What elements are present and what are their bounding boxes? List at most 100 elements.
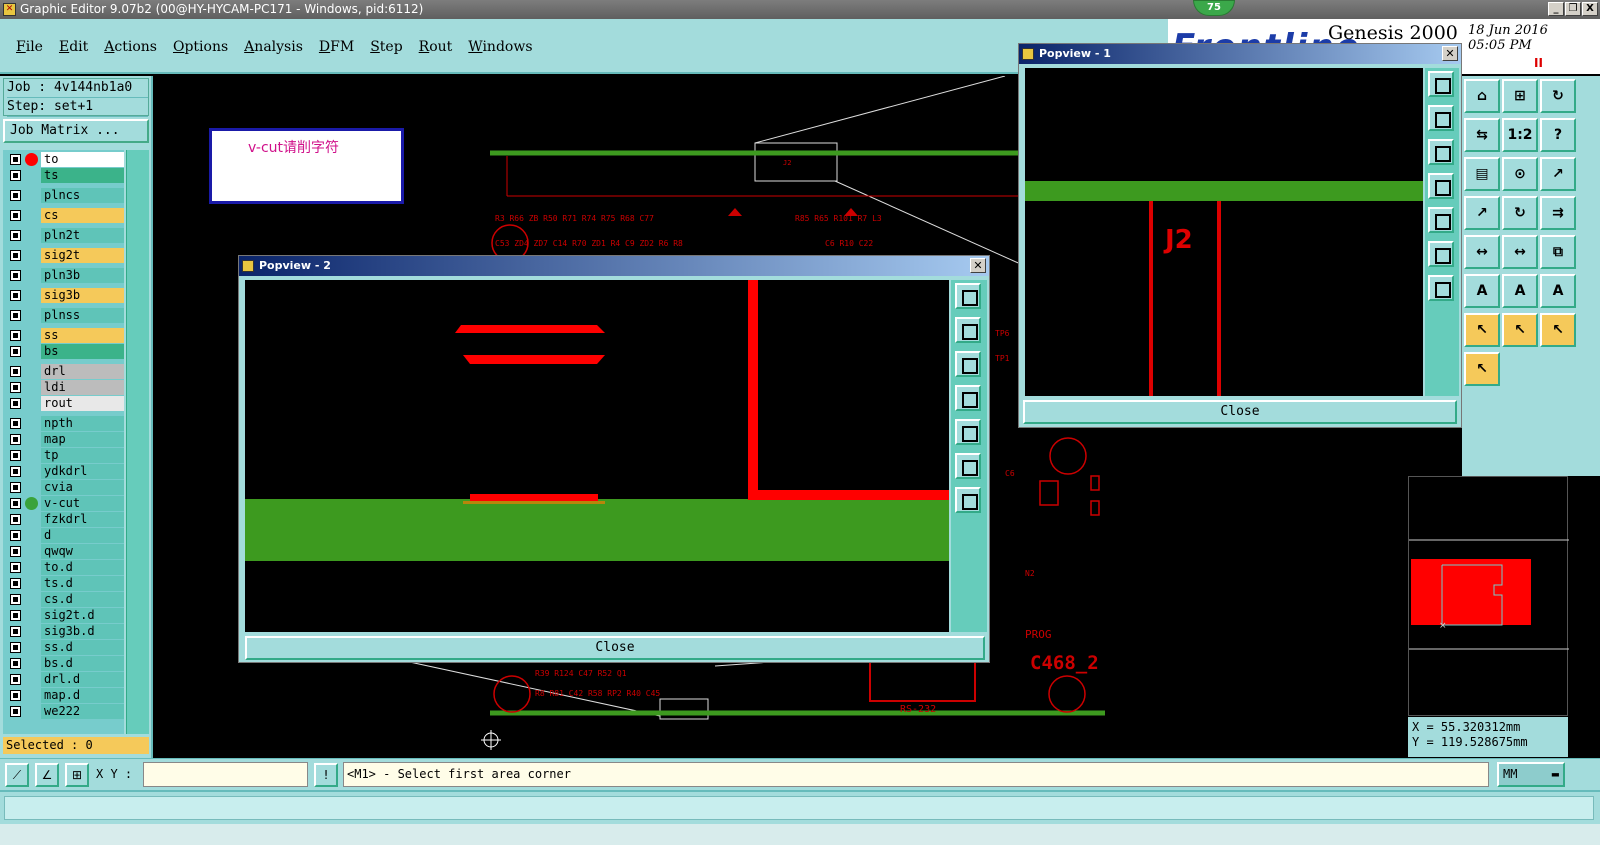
layer-checkbox[interactable] bbox=[10, 610, 21, 621]
toolbox-button[interactable]: ↖ bbox=[1464, 352, 1500, 386]
zoom-in-tool[interactable] bbox=[1428, 241, 1454, 267]
job-matrix-button[interactable]: Job Matrix ... bbox=[3, 119, 149, 143]
layer-row[interactable]: drl.d bbox=[6, 672, 124, 687]
layer-row[interactable]: ldi bbox=[6, 380, 124, 395]
toolbox-button[interactable]: 1:2 bbox=[1502, 118, 1538, 152]
xy-input[interactable] bbox=[143, 762, 308, 787]
layer-name[interactable]: ts.d bbox=[41, 576, 124, 591]
menu-actions[interactable]: Actions bbox=[104, 39, 157, 55]
toolbox-button[interactable]: ↻ bbox=[1502, 196, 1538, 230]
layer-checkbox[interactable] bbox=[10, 270, 21, 281]
layer-checkbox[interactable] bbox=[10, 210, 21, 221]
menu-step[interactable]: Step bbox=[370, 39, 402, 55]
layer-row[interactable]: fzkdrl bbox=[6, 512, 124, 527]
layer-row[interactable]: ts.d bbox=[6, 576, 124, 591]
snap-tool-button[interactable]: ⟋ bbox=[5, 763, 29, 787]
layer-row[interactable]: to.d bbox=[6, 560, 124, 575]
layer-checkbox[interactable] bbox=[10, 434, 21, 445]
layer-name[interactable]: sig3b bbox=[41, 288, 124, 303]
layer-checkbox[interactable] bbox=[10, 398, 21, 409]
layer-name[interactable]: drl bbox=[41, 364, 124, 379]
layer-name[interactable]: to bbox=[41, 152, 124, 167]
layer-checkbox[interactable] bbox=[10, 594, 21, 605]
toolbox-button[interactable]: ↖ bbox=[1464, 313, 1500, 347]
toolbox-button[interactable]: A bbox=[1464, 274, 1500, 308]
layer-row[interactable]: pln3b bbox=[6, 268, 124, 283]
popview-1-close-button[interactable]: Close bbox=[1023, 400, 1457, 424]
layer-name[interactable]: cvia bbox=[41, 480, 124, 495]
layer-row[interactable]: plncs bbox=[6, 188, 124, 203]
layer-checkbox[interactable] bbox=[10, 674, 21, 685]
toolbox-button[interactable]: ⊙ bbox=[1502, 157, 1538, 191]
layer-name[interactable]: qwqw bbox=[41, 544, 124, 559]
layer-name[interactable]: to.d bbox=[41, 560, 124, 575]
board-overview[interactable]: × bbox=[1408, 476, 1569, 716]
layer-name[interactable]: tp bbox=[41, 448, 124, 463]
layer-row[interactable]: ydkdrl bbox=[6, 464, 124, 479]
pan-down-tool[interactable] bbox=[1428, 139, 1454, 165]
layer-checkbox[interactable] bbox=[10, 562, 21, 573]
layer-name[interactable]: cs.d bbox=[41, 592, 124, 607]
popview-2-close-icon[interactable]: ✕ bbox=[970, 258, 986, 273]
toolbox-button[interactable]: ↖ bbox=[1540, 313, 1576, 347]
popview-1-close-icon[interactable]: ✕ bbox=[1442, 46, 1458, 61]
layer-name[interactable]: we222 bbox=[41, 704, 124, 719]
layer-row[interactable]: bs bbox=[6, 344, 124, 359]
layer-row[interactable]: ss bbox=[6, 328, 124, 343]
layer-name[interactable]: ss.d bbox=[41, 640, 124, 655]
toolbox-button[interactable]: ↔ bbox=[1464, 235, 1500, 269]
zoom-fit-tool[interactable] bbox=[1428, 71, 1454, 97]
layer-row[interactable]: sig3b.d bbox=[6, 624, 124, 639]
layer-name[interactable]: plnss bbox=[41, 308, 124, 323]
menu-file[interactable]: File bbox=[16, 39, 43, 55]
toolbox-button[interactable]: ↗ bbox=[1464, 196, 1500, 230]
layer-name[interactable]: sig2t bbox=[41, 248, 124, 263]
toolbox-button[interactable]: ⇉ bbox=[1540, 196, 1576, 230]
zoom-out-tool[interactable] bbox=[1428, 275, 1454, 301]
menu-dfm[interactable]: DFM bbox=[319, 39, 354, 55]
toolbox-button[interactable]: A bbox=[1502, 274, 1538, 308]
layer-name[interactable]: pln2t bbox=[41, 228, 124, 243]
layer-checkbox[interactable] bbox=[10, 230, 21, 241]
maximize-button[interactable]: ❐ bbox=[1565, 2, 1581, 16]
pan-up-tool[interactable] bbox=[1428, 105, 1454, 131]
layer-checkbox[interactable] bbox=[10, 330, 21, 341]
layer-name[interactable]: sig2t.d bbox=[41, 608, 124, 623]
layer-checkbox[interactable] bbox=[10, 290, 21, 301]
measure-tool-button[interactable]: ∠ bbox=[35, 763, 59, 787]
toolbox-button[interactable]: ↔ bbox=[1502, 235, 1538, 269]
layer-checkbox[interactable] bbox=[10, 658, 21, 669]
popview-1-view[interactable]: J2 bbox=[1025, 68, 1423, 396]
toolbox-button[interactable]: ? bbox=[1540, 118, 1576, 152]
pan-up-tool[interactable] bbox=[955, 317, 981, 343]
layer-checkbox[interactable] bbox=[10, 310, 21, 321]
layer-name[interactable]: ts bbox=[41, 168, 124, 183]
layer-checkbox[interactable] bbox=[10, 346, 21, 357]
layer-name[interactable]: drl.d bbox=[41, 672, 124, 687]
layer-row[interactable]: sig2t.d bbox=[6, 608, 124, 623]
layer-name[interactable]: v-cut bbox=[41, 496, 124, 511]
pan-left-tool[interactable] bbox=[955, 385, 981, 411]
layer-row[interactable]: sig3b bbox=[6, 288, 124, 303]
layer-row[interactable]: cvia bbox=[6, 480, 124, 495]
toolbox-button[interactable]: ↗ bbox=[1540, 157, 1576, 191]
layer-name[interactable]: ldi bbox=[41, 380, 124, 395]
layer-row[interactable]: map bbox=[6, 432, 124, 447]
layer-name[interactable]: cs bbox=[41, 208, 124, 223]
toolbox-button[interactable]: ▤ bbox=[1464, 157, 1500, 191]
layer-name[interactable]: rout bbox=[41, 396, 124, 411]
layer-name[interactable]: d bbox=[41, 528, 124, 543]
layer-row[interactable]: pln2t bbox=[6, 228, 124, 243]
layer-row[interactable]: npth bbox=[6, 416, 124, 431]
toolbox-button[interactable]: ⧉ bbox=[1540, 235, 1576, 269]
layer-name[interactable]: pln3b bbox=[41, 268, 124, 283]
pan-left-tool[interactable] bbox=[1428, 173, 1454, 199]
pan-right-tool[interactable] bbox=[955, 419, 981, 445]
layer-row[interactable]: tp bbox=[6, 448, 124, 463]
pause-icon[interactable]: II bbox=[1534, 56, 1543, 70]
toolbox-button[interactable]: ↖ bbox=[1502, 313, 1538, 347]
layer-row[interactable]: sig2t bbox=[6, 248, 124, 263]
popview-2-view[interactable] bbox=[245, 280, 949, 632]
close-window-button[interactable]: X bbox=[1582, 2, 1598, 16]
layer-row[interactable]: cs bbox=[6, 208, 124, 223]
